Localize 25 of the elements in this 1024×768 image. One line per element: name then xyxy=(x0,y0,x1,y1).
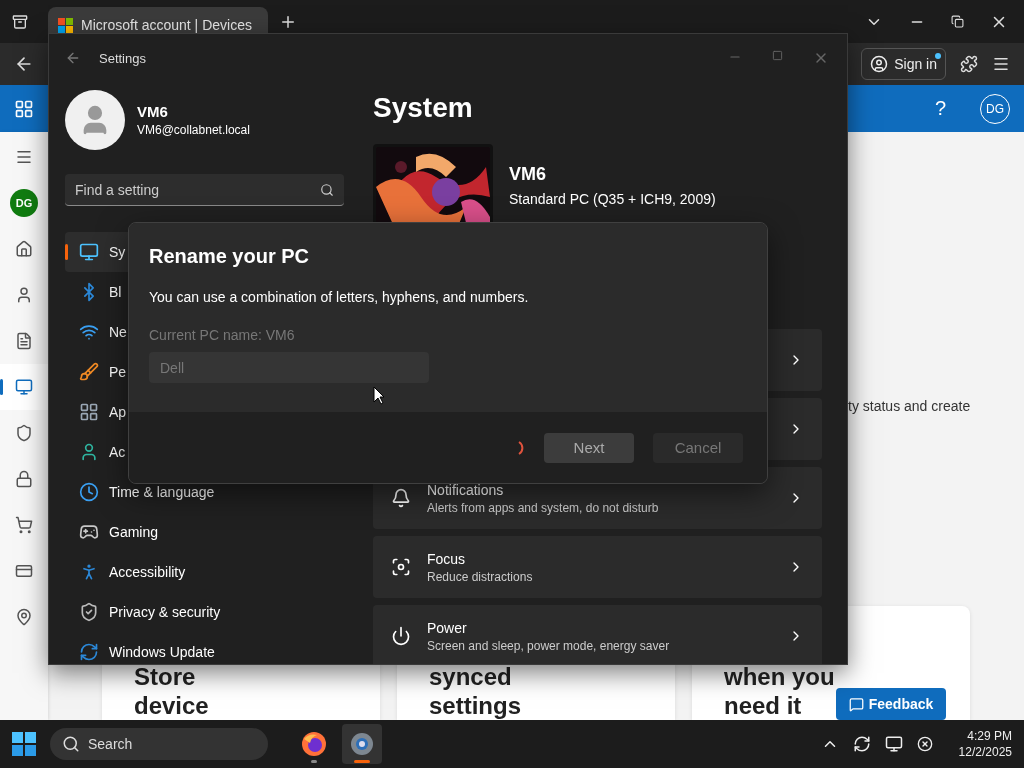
tab-title: Microsoft account | Devices xyxy=(81,17,252,33)
date-text: 12/2/2025 xyxy=(958,744,1012,760)
device-model: Standard PC (Q35 + ICH9, 2009) xyxy=(509,191,716,207)
card-title: Store xyxy=(134,662,196,691)
card-title: Power xyxy=(427,619,468,636)
device-name: VM6 xyxy=(509,164,547,185)
field-label: Current PC name: VM6 xyxy=(149,327,296,343)
card-title: Focus xyxy=(427,550,467,567)
dialog-text: You can use a combination of letters, hyphens, and numbers. xyxy=(149,289,530,305)
card-title: device xyxy=(134,691,209,720)
card-subtitle: Reduce distractions xyxy=(427,569,534,584)
dialog-title: Rename your PC xyxy=(149,245,311,268)
card-subtitle: Alerts from apps and system, do not disturb xyxy=(427,500,660,515)
card-title: need it xyxy=(724,691,802,720)
window-title: Settings xyxy=(99,50,146,66)
description-text: ty status and create xyxy=(848,398,972,414)
time-text: 4:29 PM xyxy=(967,728,1012,744)
user-email: VM6@collabnet.local xyxy=(137,123,250,137)
card-title: Notifications xyxy=(427,481,505,498)
card-title: synced xyxy=(429,662,512,691)
card-title: settings xyxy=(429,691,521,720)
page-heading: System xyxy=(373,92,474,124)
user-name: VM6 xyxy=(137,103,169,120)
card-subtitle: Screen and sleep, power mode, energy saver xyxy=(427,638,671,653)
card-title: when you xyxy=(724,662,835,691)
